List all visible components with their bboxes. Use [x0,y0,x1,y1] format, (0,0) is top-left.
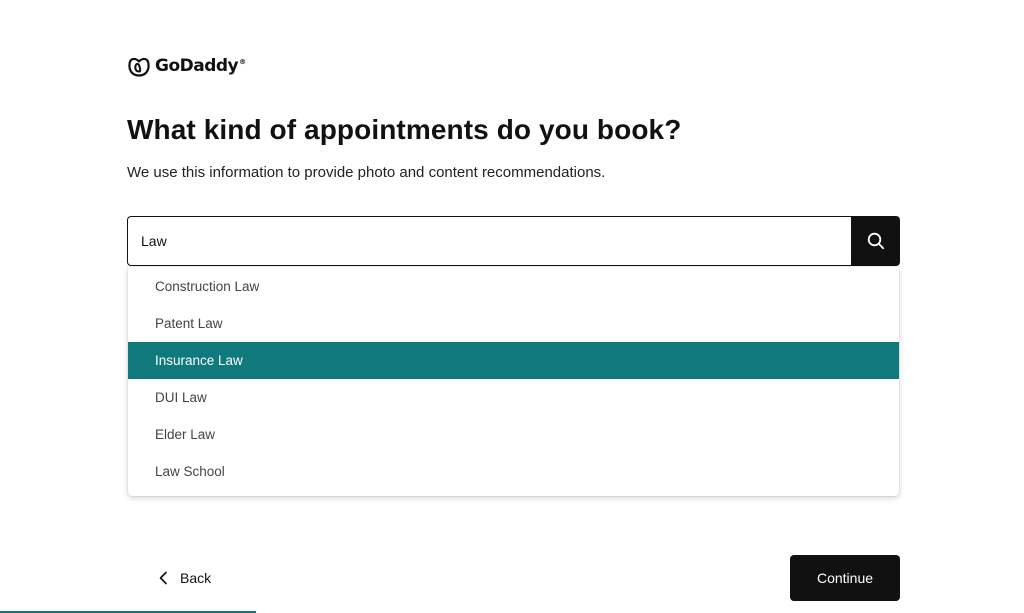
appointment-search [127,216,900,266]
back-button[interactable]: Back [158,566,211,590]
chevron-left-icon [159,571,167,585]
logo-wordmark: GoDaddy® [155,56,246,76]
search-input[interactable] [127,216,851,266]
suggestion-item[interactable]: Construction Law [128,268,899,305]
godaddy-logo: GoDaddy® [127,54,246,78]
godaddy-logo-icon [128,57,150,77]
continue-button[interactable]: Continue [790,555,900,601]
suggestion-item[interactable]: DUI Law [128,379,899,416]
suggestion-item[interactable]: Elder Law [128,416,899,453]
suggestion-item[interactable]: Insurance Law [128,342,899,379]
search-icon [867,232,884,250]
page-title: What kind of appointments do you book? [127,114,682,145]
search-button[interactable] [851,216,900,266]
page-subtitle: We use this information to provide photo… [127,164,606,181]
suggestion-item[interactable]: Patent Law [128,305,899,342]
back-label: Back [180,570,212,586]
suggestion-item[interactable]: Law School [128,453,899,490]
suggestions-dropdown: Construction Law Patent Law Insurance Law D… [128,267,899,496]
